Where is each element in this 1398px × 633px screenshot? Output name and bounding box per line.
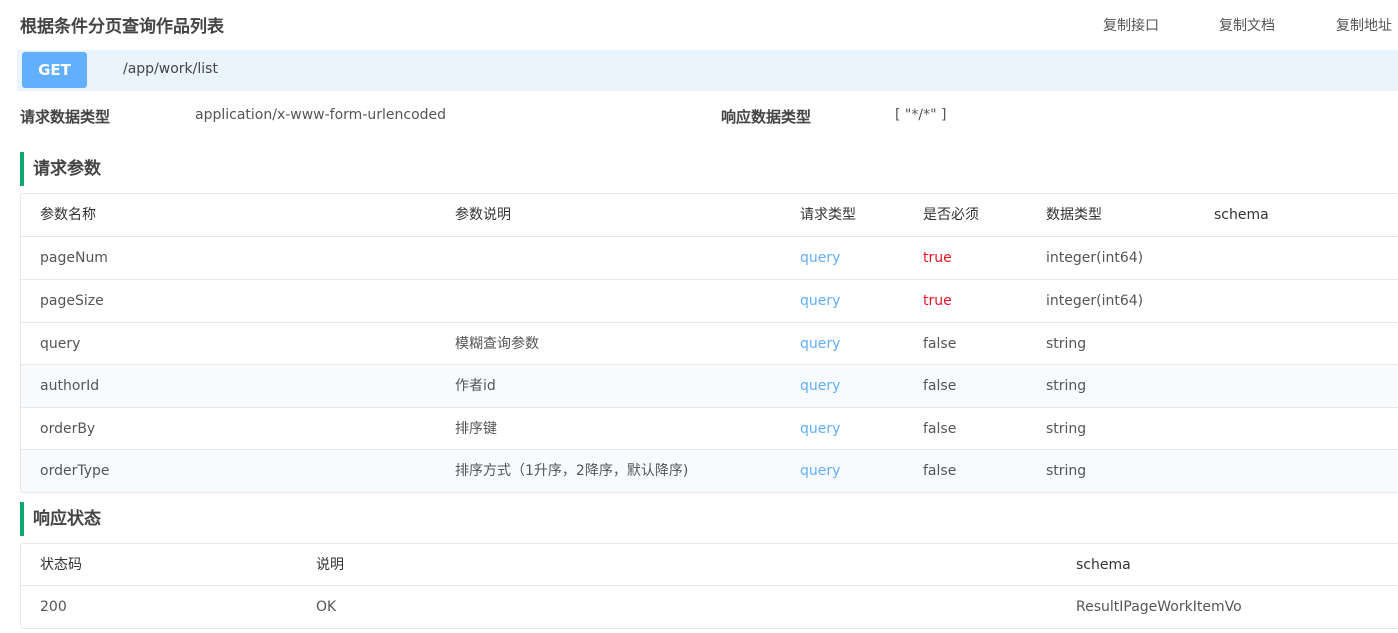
param-type: string bbox=[1046, 378, 1087, 394]
param-type: string bbox=[1046, 336, 1087, 352]
table-row: query 模糊查询参数 query false string bbox=[21, 323, 1398, 365]
param-required: false bbox=[923, 421, 957, 437]
endpoint-bar: GET /app/work/list bbox=[17, 50, 1398, 91]
status-code: 200 bbox=[40, 599, 67, 615]
section-heading-params: 请求参数 bbox=[20, 152, 101, 186]
table-header-row: 参数名称 参数说明 请求类型 是否必须 数据类型 schema bbox=[21, 194, 1398, 237]
params-table: 参数名称 参数说明 请求类型 是否必须 数据类型 schema pageNum … bbox=[20, 193, 1398, 493]
copy-doc-button[interactable]: 复制文档 bbox=[1219, 15, 1275, 35]
param-type: string bbox=[1046, 463, 1087, 479]
param-in: query bbox=[800, 336, 841, 352]
table-row: pageSize query true integer(int64) bbox=[21, 280, 1398, 323]
param-in: query bbox=[800, 463, 841, 479]
status-schema-link[interactable]: ResultIPageWorkItemVo bbox=[1076, 586, 1242, 628]
param-name: pageNum bbox=[40, 250, 108, 266]
column-header: 数据类型 bbox=[1046, 207, 1102, 223]
param-in: query bbox=[800, 293, 841, 309]
column-header: 参数名称 bbox=[40, 207, 96, 223]
column-header: 参数说明 bbox=[455, 207, 511, 223]
param-name: orderBy bbox=[40, 421, 96, 437]
request-type-value: application/x-www-form-urlencoded bbox=[195, 107, 447, 123]
response-type-value: [ "*/*" ] bbox=[895, 107, 947, 123]
table-row: authorId 作者id query false string bbox=[21, 365, 1398, 408]
param-required: false bbox=[923, 336, 957, 352]
column-header: 是否必须 bbox=[923, 207, 979, 223]
column-header: 状态码 bbox=[40, 557, 82, 573]
param-type: integer(int64) bbox=[1046, 250, 1144, 266]
copy-api-button[interactable]: 复制接口 bbox=[1103, 15, 1159, 35]
param-desc: 排序键 bbox=[455, 421, 497, 437]
column-header: schema bbox=[1214, 207, 1269, 223]
param-in: query bbox=[800, 378, 841, 394]
table-row: orderBy 排序键 query false string bbox=[21, 408, 1398, 450]
copy-url-button[interactable]: 复制地址 bbox=[1336, 15, 1392, 35]
response-type-label: 响应数据类型 bbox=[721, 108, 812, 126]
param-name: orderType bbox=[40, 463, 110, 479]
param-required: true bbox=[923, 293, 952, 309]
param-required: false bbox=[923, 378, 957, 394]
http-method-badge: GET bbox=[22, 52, 87, 88]
param-required: true bbox=[923, 250, 952, 266]
responses-table: 状态码 说明 schema 200 OK ResultIPageWorkItem… bbox=[20, 543, 1398, 629]
page-title: 根据条件分页查询作品列表 bbox=[20, 17, 224, 37]
request-type-label: 请求数据类型 bbox=[20, 108, 111, 126]
section-heading-responses: 响应状态 bbox=[20, 502, 101, 536]
table-row: 200 OK ResultIPageWorkItemVo bbox=[21, 586, 1398, 628]
param-type: string bbox=[1046, 421, 1087, 437]
column-header: schema bbox=[1076, 557, 1131, 573]
table-header-row: 状态码 说明 schema bbox=[21, 544, 1398, 586]
status-desc: OK bbox=[316, 599, 337, 615]
column-header: 请求类型 bbox=[800, 207, 856, 223]
table-row: orderType 排序方式（1升序，2降序，默认降序) query false… bbox=[21, 450, 1398, 492]
param-name: authorId bbox=[40, 378, 100, 394]
param-in: query bbox=[800, 421, 841, 437]
param-name: pageSize bbox=[40, 293, 104, 309]
column-header: 说明 bbox=[316, 557, 344, 573]
table-row: pageNum query true integer(int64) bbox=[21, 237, 1398, 280]
param-type: integer(int64) bbox=[1046, 293, 1144, 309]
param-name: query bbox=[40, 336, 81, 352]
param-desc: 模糊查询参数 bbox=[455, 336, 539, 352]
param-desc: 作者id bbox=[455, 378, 496, 394]
param-required: false bbox=[923, 463, 957, 479]
param-in: query bbox=[800, 250, 841, 266]
endpoint-path: /app/work/list bbox=[123, 61, 218, 77]
param-desc: 排序方式（1升序，2降序，默认降序) bbox=[455, 463, 689, 479]
